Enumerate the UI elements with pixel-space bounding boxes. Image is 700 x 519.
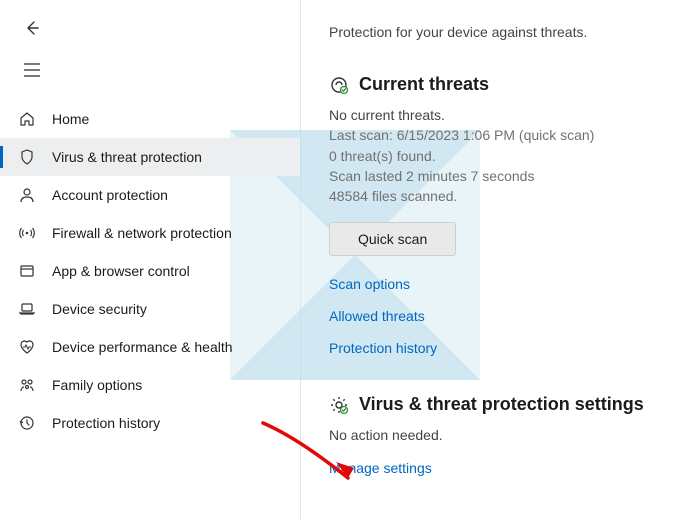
back-button[interactable] [16, 12, 48, 44]
sidebar-item-label: Device performance & health [52, 339, 233, 355]
sidebar-item-account[interactable]: Account protection [0, 176, 300, 214]
sidebar-item-firewall[interactable]: Firewall & network protection [0, 214, 300, 252]
quick-scan-button[interactable]: Quick scan [329, 222, 456, 256]
protection-history-link[interactable]: Protection history [329, 340, 672, 356]
main-content: Protection for your device against threa… [301, 0, 700, 519]
manage-settings-link[interactable]: Manage settings [329, 460, 672, 476]
settings-title: Virus & threat protection settings [359, 394, 644, 415]
sidebar-item-label: Virus & threat protection [52, 149, 202, 165]
family-icon [18, 376, 36, 394]
heart-icon [18, 338, 36, 356]
hamburger-icon [24, 63, 40, 77]
sidebar-item-family[interactable]: Family options [0, 366, 300, 404]
sidebar-item-label: Protection history [52, 415, 160, 431]
sidebar-item-home[interactable]: Home [0, 100, 300, 138]
scan-options-link[interactable]: Scan options [329, 276, 672, 292]
sidebar: Home Virus & threat protection Account p… [0, 0, 300, 519]
sidebar-item-app-browser[interactable]: App & browser control [0, 252, 300, 290]
laptop-icon [18, 300, 36, 318]
hamburger-menu-button[interactable] [16, 54, 48, 86]
scan-duration-text: Scan lasted 2 minutes 7 seconds [329, 166, 672, 186]
sidebar-item-virus-threat[interactable]: Virus & threat protection [0, 138, 300, 176]
sidebar-item-label: App & browser control [52, 263, 190, 279]
files-scanned-text: 48584 files scanned. [329, 186, 672, 206]
sidebar-item-label: Family options [52, 377, 142, 393]
last-scan-text: Last scan: 6/15/2023 1:06 PM (quick scan… [329, 125, 672, 145]
nav-list: Home Virus & threat protection Account p… [0, 100, 300, 442]
settings-header: Virus & threat protection settings [329, 394, 672, 415]
scan-icon [329, 75, 349, 95]
sidebar-item-label: Firewall & network protection [52, 225, 232, 241]
sidebar-item-label: Account protection [52, 187, 168, 203]
arrow-left-icon [24, 20, 40, 36]
sidebar-item-label: Device security [52, 301, 147, 317]
home-icon [18, 110, 36, 128]
allowed-threats-link[interactable]: Allowed threats [329, 308, 672, 324]
window-icon [18, 262, 36, 280]
page-subtitle: Protection for your device against threa… [329, 24, 672, 40]
sidebar-item-label: Home [52, 111, 89, 127]
current-threats-header: Current threats [329, 74, 672, 95]
gear-icon [329, 395, 349, 415]
sidebar-item-performance[interactable]: Device performance & health [0, 328, 300, 366]
history-icon [18, 414, 36, 432]
current-threats-title: Current threats [359, 74, 489, 95]
account-icon [18, 186, 36, 204]
no-threats-text: No current threats. [329, 105, 672, 125]
settings-status: No action needed. [329, 425, 672, 445]
antenna-icon [18, 224, 36, 242]
sidebar-item-device-security[interactable]: Device security [0, 290, 300, 328]
threats-found-text: 0 threat(s) found. [329, 146, 672, 166]
sidebar-item-history[interactable]: Protection history [0, 404, 300, 442]
shield-icon [18, 148, 36, 166]
